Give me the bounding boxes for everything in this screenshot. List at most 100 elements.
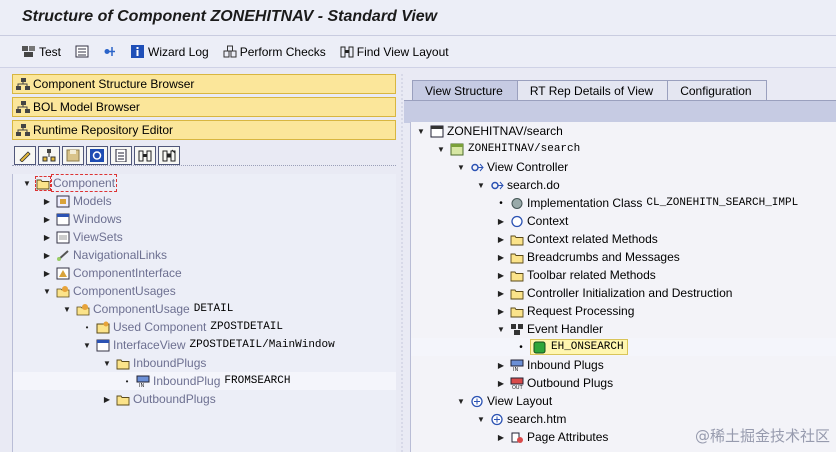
tree-node-label: InboundPlugs xyxy=(133,356,207,370)
view-tree-node[interactable]: ▼ ZONEHITNAV/search xyxy=(411,140,836,158)
edit-button[interactable] xyxy=(14,146,36,165)
layout-icon xyxy=(470,395,484,408)
collapsed-arrow-icon[interactable]: ▶ xyxy=(101,395,113,404)
expanded-arrow-icon[interactable]: ▼ xyxy=(415,127,427,136)
tree-node[interactable]: ▶ Windows xyxy=(13,210,396,228)
runtime-repository-editor-button[interactable]: Runtime Repository Editor xyxy=(12,120,396,140)
folder-icon xyxy=(510,251,524,264)
inbound-plug-icon: IN xyxy=(136,375,150,389)
collapsed-arrow-icon[interactable]: ▶ xyxy=(495,271,507,280)
expanded-arrow-icon[interactable]: ▼ xyxy=(21,179,33,188)
detail-button[interactable] xyxy=(71,43,93,60)
collapsed-arrow-icon[interactable]: ▶ xyxy=(495,217,507,226)
tree-node-label: InterfaceView xyxy=(113,338,186,352)
view-tree-node[interactable]: ▼ Event Handler xyxy=(411,320,836,338)
collapsed-arrow-icon[interactable]: ▶ xyxy=(495,433,507,442)
find-icon xyxy=(138,149,152,162)
expanded-arrow-icon[interactable]: ▼ xyxy=(475,181,487,190)
expanded-arrow-icon[interactable]: ▼ xyxy=(61,305,73,314)
tree-node[interactable]: ▶ NavigationalLinks xyxy=(13,246,396,264)
view-tree-node[interactable]: ▶ Request Processing xyxy=(411,302,836,320)
view-tree-node[interactable]: ▶ IN Inbound Plugs xyxy=(411,356,836,374)
view-tree-node-label: View Layout xyxy=(487,394,553,408)
hierarchy-button[interactable] xyxy=(38,146,60,165)
refresh-button[interactable] xyxy=(86,146,108,165)
collapsed-arrow-icon[interactable]: ▶ xyxy=(41,269,53,278)
find-view-layout-button[interactable]: Find View Layout xyxy=(336,43,453,61)
tree-node[interactable]: • Used Component ZPOSTDETAIL xyxy=(13,318,396,336)
collapsed-arrow-icon[interactable]: ▶ xyxy=(41,215,53,224)
collapsed-arrow-icon[interactable]: ▶ xyxy=(495,379,507,388)
tree-node[interactable]: ▶ ViewSets xyxy=(13,228,396,246)
find-button[interactable] xyxy=(134,146,156,165)
tree-node-value: ZPOSTDETAIL/MainWindow xyxy=(189,339,335,351)
view-tree-node[interactable]: ▶ OUT Outbound Plugs xyxy=(411,374,836,392)
expanded-arrow-icon[interactable]: ▼ xyxy=(101,359,113,368)
tree-node[interactable]: ▼ ComponentUsage DETAIL xyxy=(13,300,396,318)
expanded-arrow-icon[interactable]: ▼ xyxy=(455,163,467,172)
tree-node[interactable]: • IN InboundPlug FROMSEARCH xyxy=(13,372,396,390)
tree-node[interactable]: ▼ InterfaceView ZPOSTDETAIL/MainWindow xyxy=(13,336,396,354)
wizard-log-button[interactable]: Wizard Log xyxy=(127,43,213,61)
view-tree-node[interactable]: • EH_ONSEARCH xyxy=(411,338,836,356)
navigate-button[interactable] xyxy=(99,43,121,60)
view-tree-node[interactable]: ▼ search.do xyxy=(411,176,836,194)
tree-node-label: Component xyxy=(50,174,118,192)
tree-node[interactable]: ▼ Component xyxy=(13,174,396,192)
collapsed-arrow-icon[interactable]: ▶ xyxy=(495,253,507,262)
collapsed-arrow-icon[interactable]: ▶ xyxy=(495,307,507,316)
test-button[interactable]: Test xyxy=(18,43,65,61)
view-tree-node[interactable]: ▼ ZONEHITNAV/search xyxy=(411,122,836,140)
save-button[interactable] xyxy=(62,146,84,165)
right-panel: View Structure RT Rep Details of View Co… xyxy=(404,74,836,452)
tree-node-label: Models xyxy=(73,194,112,208)
folder-icon xyxy=(510,305,524,318)
bol-model-browser-button[interactable]: BOL Model Browser xyxy=(12,97,396,117)
collapsed-arrow-icon[interactable]: ▶ xyxy=(495,361,507,370)
view-tree-node[interactable]: ▶ Toolbar related Methods xyxy=(411,266,836,284)
expanded-arrow-icon[interactable]: ▼ xyxy=(495,325,507,334)
collapsed-arrow-icon[interactable]: ▶ xyxy=(495,289,507,298)
view-tree-node[interactable]: ▶ Context xyxy=(411,212,836,230)
component-icon xyxy=(96,321,110,334)
view-tree-node[interactable]: • Implementation Class CL_ZONEHITN_SEARCH_… xyxy=(411,194,836,212)
tab-rt-rep-details[interactable]: RT Rep Details of View xyxy=(516,80,669,100)
bullet-icon: • xyxy=(499,197,503,209)
interface-icon xyxy=(56,267,70,280)
folder-icon xyxy=(510,269,524,282)
tree-node[interactable]: ▶ ComponentInterface xyxy=(13,264,396,282)
collapsed-arrow-icon[interactable]: ▶ xyxy=(495,235,507,244)
window-icon xyxy=(56,213,70,226)
selected-node-highlight[interactable]: EH_ONSEARCH xyxy=(530,339,628,355)
tree-node[interactable]: ▼ InboundPlugs xyxy=(13,354,396,372)
expanded-arrow-icon[interactable]: ▼ xyxy=(475,415,487,424)
view-tree-node[interactable]: ▼ View Controller xyxy=(411,158,836,176)
find-next-button[interactable] xyxy=(158,146,180,165)
tab-view-structure[interactable]: View Structure xyxy=(412,80,518,100)
navigate-icon xyxy=(103,45,117,58)
collapsed-arrow-icon[interactable]: ▶ xyxy=(41,233,53,242)
tree-node[interactable]: ▼ ComponentUsages xyxy=(13,282,396,300)
tree-node[interactable]: ▶ OutboundPlugs xyxy=(13,390,396,408)
save-icon xyxy=(66,149,80,162)
collapsed-arrow-icon[interactable]: ▶ xyxy=(41,197,53,206)
tree-node[interactable]: ▶ Models xyxy=(13,192,396,210)
tree-node-label: ComponentInterface xyxy=(73,266,182,280)
tab-configuration[interactable]: Configuration xyxy=(667,80,767,100)
component-structure-browser-button[interactable]: Component Structure Browser xyxy=(12,74,396,94)
svg-text:IN: IN xyxy=(139,383,144,388)
view-tree-node[interactable]: ▶ Breadcrumbs and Messages xyxy=(411,248,836,266)
expanded-arrow-icon[interactable]: ▼ xyxy=(455,397,467,406)
view-tree-node[interactable]: ▶ Context related Methods xyxy=(411,230,836,248)
perform-checks-button[interactable]: Perform Checks xyxy=(219,43,330,61)
expanded-arrow-icon[interactable]: ▼ xyxy=(81,341,93,350)
expanded-arrow-icon[interactable]: ▼ xyxy=(435,145,447,154)
view-tree-node[interactable]: ▼ View Layout xyxy=(411,392,836,410)
application-toolbar: Test Wizard Log Perform Checks Find View… xyxy=(0,36,836,68)
detail-icon xyxy=(75,45,89,58)
usage-icon xyxy=(76,303,90,316)
expanded-arrow-icon[interactable]: ▼ xyxy=(41,287,53,296)
document-button[interactable] xyxy=(110,146,132,165)
collapsed-arrow-icon[interactable]: ▶ xyxy=(41,251,53,260)
view-tree-node[interactable]: ▶ Controller Initialization and Destructi… xyxy=(411,284,836,302)
